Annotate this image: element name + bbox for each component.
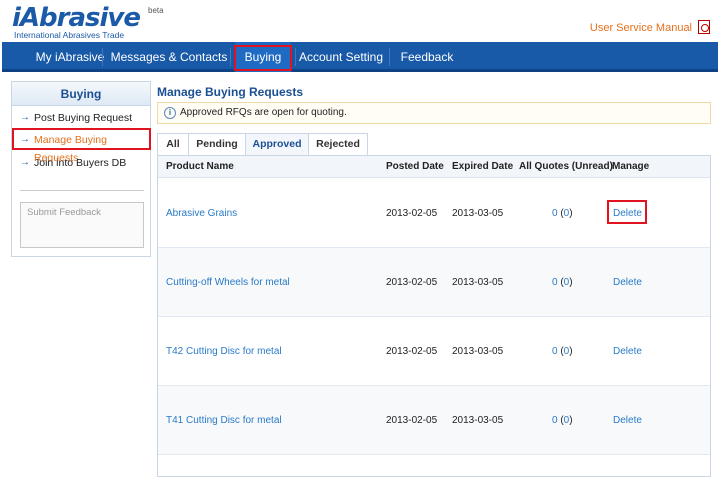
logo[interactable]: iAbrasive International Abrasives Trade — [12, 3, 141, 40]
nav-item-account-setting[interactable]: Account Setting — [298, 42, 384, 72]
posted-date: 2013-02-05 — [386, 415, 438, 426]
user-service-manual-link[interactable]: User Service Manual — [590, 22, 692, 34]
tab-pending[interactable]: Pending — [188, 133, 246, 155]
feedback-placeholder: Submit Feedback — [27, 207, 101, 218]
notice-text: Approved RFQs are open for quoting. — [180, 107, 347, 118]
product-name-link[interactable]: T42 Cutting Disc for metal — [166, 317, 282, 386]
nav-separator — [295, 48, 296, 66]
delete-link[interactable]: Delete — [613, 386, 642, 455]
quotes-count: 0 (0) — [552, 415, 573, 426]
nav-item-feedback[interactable]: Feedback — [394, 42, 460, 72]
logo-tagline: International Abrasives Trade — [14, 30, 125, 40]
quotes-count: 0 (0) — [552, 346, 573, 357]
posted-date: 2013-02-05 — [386, 277, 438, 288]
expired-date: 2013-03-05 — [452, 208, 504, 219]
sidebar-title: Buying — [12, 82, 150, 106]
sidebar-divider — [20, 190, 144, 191]
submit-feedback-box[interactable]: Submit Feedback — [20, 202, 144, 248]
delete-link[interactable]: Delete — [613, 317, 642, 386]
expired-date: 2013-03-05 — [452, 346, 504, 357]
logo-text: iAbrasive — [12, 3, 141, 33]
column-manage: Manage — [612, 161, 650, 172]
delete-link[interactable]: Delete — [613, 248, 642, 317]
table-row: T41 Cutting Disc for metal 2013-02-05 20… — [158, 386, 710, 455]
expired-date: 2013-03-05 — [452, 415, 504, 426]
info-icon: i — [164, 107, 176, 119]
column-all-quotes: All Quotes (Unread) — [519, 161, 613, 172]
beta-label: beta — [148, 6, 164, 15]
posted-date: 2013-02-05 — [386, 208, 438, 219]
highlight-box-buying-tab — [234, 45, 292, 71]
sidebar-item-label: Post Buying Request — [34, 112, 133, 124]
nav-separator — [389, 48, 390, 66]
arrow-right-icon: → — [20, 157, 30, 168]
column-posted-date: Posted Date — [386, 161, 444, 172]
column-product-name: Product Name — [166, 161, 234, 172]
sidebar-item-join-buyers-db[interactable]: → Join into Buyers DB — [12, 154, 150, 172]
quotes-count: 0 (0) — [552, 208, 573, 219]
quotes-count: 0 (0) — [552, 277, 573, 288]
posted-date: 2013-02-05 — [386, 346, 438, 357]
nav-item-my-iabrasive[interactable]: My iAbrasive — [20, 42, 120, 72]
column-expired-date: Expired Date — [452, 161, 514, 172]
header: iAbrasive International Abrasives Trade … — [0, 0, 720, 42]
main-nav: My iAbrasive Messages & Contacts Buying … — [2, 42, 718, 72]
product-name-link[interactable]: T41 Cutting Disc for metal — [166, 386, 282, 455]
pdf-icon[interactable] — [698, 20, 710, 34]
sidebar: Buying → Post Buying Request → Manage Bu… — [11, 81, 151, 257]
product-name-link[interactable]: Abrasive Grains — [166, 179, 237, 248]
tab-all[interactable]: All — [157, 133, 189, 155]
sidebar-item-post-buying-request[interactable]: → Post Buying Request — [12, 109, 150, 127]
product-name-link[interactable]: Cutting-off Wheels for metal — [166, 248, 290, 317]
tab-rejected[interactable]: Rejected — [308, 133, 368, 155]
tab-approved[interactable]: Approved — [245, 133, 309, 155]
sidebar-item-label: Join into Buyers DB — [34, 157, 127, 169]
notice-bar: i Approved RFQs are open for quoting. — [157, 102, 711, 124]
page-title: Manage Buying Requests — [157, 85, 304, 99]
highlight-box-delete — [607, 200, 647, 224]
arrow-right-icon: → — [20, 112, 30, 123]
nav-separator — [230, 48, 231, 66]
table-row: T42 Cutting Disc for metal 2013-02-05 20… — [158, 317, 710, 386]
nav-separator — [102, 48, 103, 66]
nav-item-messages-contacts[interactable]: Messages & Contacts — [106, 42, 232, 72]
table-header: Product Name Posted Date Expired Date Al… — [158, 156, 710, 178]
expired-date: 2013-03-05 — [452, 277, 504, 288]
table-row: Cutting-off Wheels for metal 2013-02-05 … — [158, 248, 710, 317]
highlight-box-manage-buying-requests — [12, 128, 151, 150]
